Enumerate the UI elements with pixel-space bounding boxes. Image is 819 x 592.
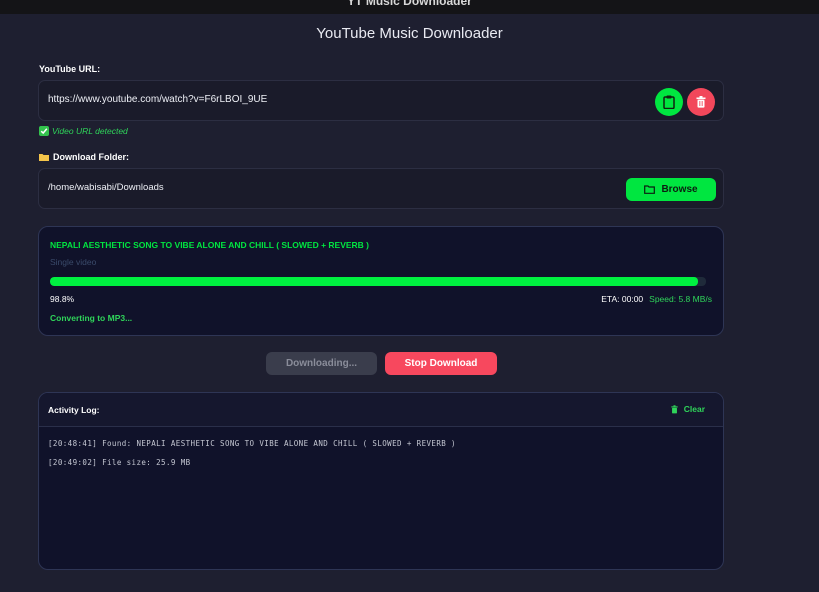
- progress-percent: 98.8%: [50, 294, 75, 304]
- clear-log-button[interactable]: Clear: [671, 404, 705, 414]
- stop-download-button[interactable]: Stop Download: [385, 352, 497, 375]
- trash-icon: [696, 96, 706, 108]
- log-line: [20:48:41] Found: NEPALI AESTHETIC SONG …: [48, 439, 456, 448]
- log-lines: [20:48:41] Found: NEPALI AESTHETIC SONG …: [48, 439, 456, 477]
- log-header: Activity Log: Clear: [39, 393, 723, 427]
- activity-log: Activity Log: Clear [20:48:41] Found: NE…: [38, 392, 724, 570]
- app-title: YouTube Music Downloader: [316, 25, 503, 42]
- clear-url-button[interactable]: [687, 88, 715, 116]
- conversion-status: Converting to MP3...: [50, 313, 133, 323]
- folder-icon: [39, 154, 49, 161]
- download-card: NEPALI AESTHETIC SONG TO VIBE ALONE AND …: [38, 226, 724, 336]
- folder-label: Download Folder:: [53, 152, 129, 162]
- speed-text: Speed: 5.8 MB/s: [649, 294, 712, 304]
- browse-label: Browse: [661, 184, 698, 195]
- video-type: Single video: [50, 257, 97, 267]
- video-title: NEPALI AESTHETIC SONG TO VIBE ALONE AND …: [50, 240, 370, 250]
- url-field: https://www.youtube.com/watch?v=F6rLBOI_…: [38, 80, 724, 121]
- eta-text: ETA: 00:00: [601, 294, 644, 304]
- folder-field: /home/wabisabi/Downloads Browse: [38, 168, 724, 209]
- progress-bar: [50, 277, 706, 286]
- trash-icon: [671, 404, 678, 413]
- url-input[interactable]: https://www.youtube.com/watch?v=F6rLBOI_…: [48, 94, 267, 105]
- log-line: [20:49:02] File size: 25.9 MB: [48, 458, 191, 467]
- paste-button[interactable]: [655, 88, 683, 116]
- downloading-button: Downloading...: [266, 352, 377, 375]
- url-status: Video URL detected: [39, 126, 128, 136]
- window-titlebar: YT Music Downloader: [0, 0, 819, 14]
- progress-fill: [50, 277, 699, 286]
- folder-label-row: Download Folder:: [39, 152, 129, 162]
- log-title: Activity Log:: [48, 405, 100, 415]
- window-title: YT Music Downloader: [347, 0, 472, 8]
- browse-button[interactable]: Browse: [626, 178, 716, 201]
- eta-speed: ETA: 00:00 Speed: 5.8 MB/s: [601, 294, 712, 304]
- folder-input[interactable]: /home/wabisabi/Downloads: [48, 182, 164, 193]
- check-box-icon: [39, 126, 49, 136]
- clipboard-icon: [663, 95, 675, 109]
- clear-label: Clear: [683, 404, 705, 414]
- url-status-text: Video URL detected: [52, 126, 128, 136]
- url-label: YouTube URL:: [39, 64, 101, 74]
- folder-outline-icon: [644, 185, 656, 194]
